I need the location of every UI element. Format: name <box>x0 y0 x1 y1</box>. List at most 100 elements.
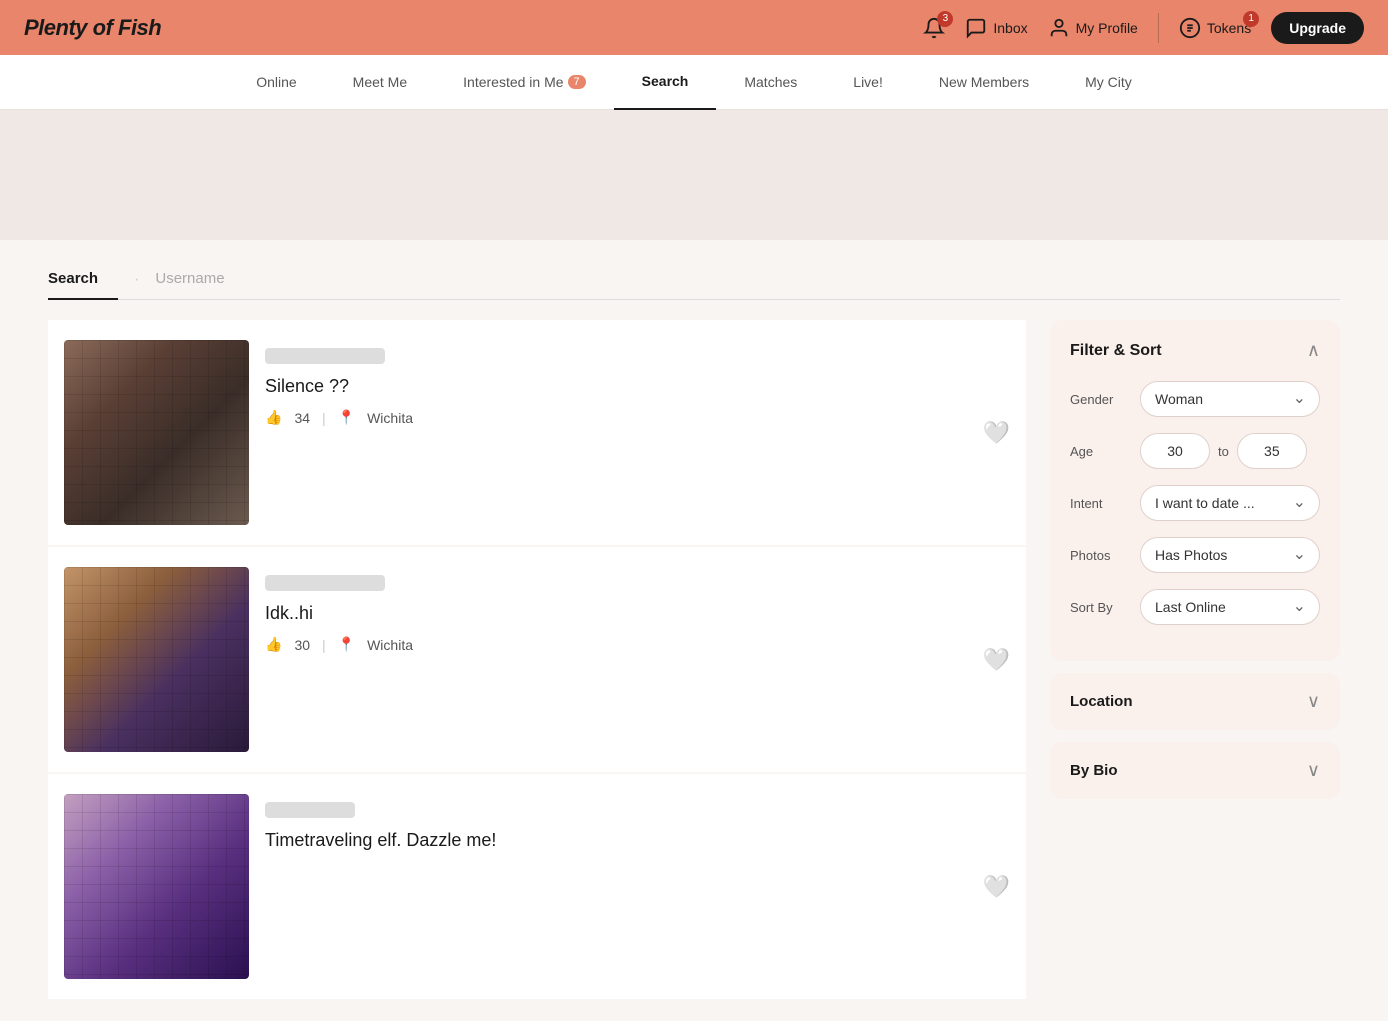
username-blur-bar <box>265 575 385 591</box>
gender-select-wrap: Woman Man Everyone <box>1140 381 1320 417</box>
pixelation-overlay <box>64 794 249 979</box>
like-button-2[interactable]: 🤍 <box>983 647 1010 673</box>
pixelation-overlay <box>64 567 249 752</box>
location-icon: 📍 <box>338 409 355 426</box>
tokens-icon <box>1179 17 1201 39</box>
profile-image-3[interactable] <box>64 794 249 979</box>
gender-label: Gender <box>1070 392 1130 407</box>
sortby-select-wrap: Last Online Newest Distance <box>1140 589 1320 625</box>
profile-age: 30 <box>294 637 310 653</box>
profile-age: 34 <box>294 410 310 426</box>
photos-label: Photos <box>1070 548 1130 563</box>
username-blur-bar <box>265 802 355 818</box>
banner-area <box>0 110 1388 240</box>
profile-name[interactable]: Timetraveling elf. Dazzle me! <box>265 830 1010 851</box>
collapse-filter-icon[interactable]: ∧ <box>1307 340 1320 361</box>
tokens-button[interactable]: 1 Tokens <box>1179 17 1251 39</box>
username-blur-bar <box>265 348 385 364</box>
age-range: to <box>1140 433 1320 469</box>
filter-sort-title: Filter & Sort <box>1070 342 1162 360</box>
top-navigation: Plenty of Fish 3 Inbox My Profile 1 <box>0 0 1388 55</box>
user-icon <box>1048 17 1070 39</box>
profile-info-3: Timetraveling elf. Dazzle me! <box>265 794 1010 863</box>
profile-info-2: Idk..hi 👍 30 | 📍 Wichita <box>265 567 1010 653</box>
nav-live[interactable]: Live! <box>825 55 911 110</box>
location-header: Location ∨ <box>1070 691 1320 712</box>
location-section: Location ∨ <box>1050 673 1340 730</box>
app-logo[interactable]: Plenty of Fish <box>24 15 161 41</box>
content-layout: Silence ?? 👍 34 | 📍 Wichita 🤍 <box>48 320 1340 1001</box>
notifications-button[interactable]: 3 <box>923 17 945 39</box>
sortby-label: Sort By <box>1070 600 1130 615</box>
table-row: Idk..hi 👍 30 | 📍 Wichita 🤍 <box>48 547 1026 772</box>
age-label: Age <box>1070 444 1130 459</box>
results-column: Silence ?? 👍 34 | 📍 Wichita 🤍 <box>48 320 1026 1001</box>
nav-my-city[interactable]: My City <box>1057 55 1160 110</box>
profile-image-1[interactable] <box>64 340 249 525</box>
notifications-badge: 3 <box>937 11 953 27</box>
sortby-select[interactable]: Last Online Newest Distance <box>1140 589 1320 625</box>
like-button-3[interactable]: 🤍 <box>983 874 1010 900</box>
gender-filter-row: Gender Woman Man Everyone <box>1070 381 1320 417</box>
pixelation-overlay <box>64 340 249 525</box>
filter-sort-panel: Filter & Sort ∧ Gender Woman Man Everyon… <box>1050 320 1340 661</box>
photos-filter-row: Photos Has Photos All <box>1070 537 1320 573</box>
profile-location: Wichita <box>367 410 413 426</box>
tab-search[interactable]: Search <box>48 260 118 299</box>
message-icon <box>965 17 987 39</box>
age-from-input[interactable] <box>1140 433 1210 469</box>
nav-search[interactable]: Search <box>614 55 717 110</box>
age-filter-row: Age to <box>1070 433 1320 469</box>
bybio-label: By Bio <box>1070 762 1118 779</box>
sortby-filter-row: Sort By Last Online Newest Distance <box>1070 589 1320 625</box>
profile-info-1: Silence ?? 👍 34 | 📍 Wichita <box>265 340 1010 426</box>
intent-select-wrap: I want to date ... For fun Long term <box>1140 485 1320 521</box>
nav-online[interactable]: Online <box>228 55 324 110</box>
tokens-badge: 1 <box>1243 11 1259 27</box>
expand-location-icon[interactable]: ∨ <box>1307 691 1320 712</box>
nav-interested-in-me[interactable]: Interested in Me 7 <box>435 55 614 110</box>
age-to-label: to <box>1218 444 1229 459</box>
expand-bybio-icon[interactable]: ∨ <box>1307 760 1320 781</box>
bybio-section: By Bio ∨ <box>1050 742 1340 799</box>
profile-meta: 👍 30 | 📍 Wichita <box>265 636 1010 653</box>
filter-column: Filter & Sort ∧ Gender Woman Man Everyon… <box>1050 320 1340 811</box>
top-nav-right: 3 Inbox My Profile 1 T <box>923 12 1364 44</box>
tab-username[interactable]: Username <box>155 260 244 299</box>
like-button-1[interactable]: 🤍 <box>983 420 1010 446</box>
myprofile-label: My Profile <box>1076 20 1138 36</box>
meta-sep: | <box>322 637 326 653</box>
upgrade-button[interactable]: Upgrade <box>1271 12 1364 44</box>
nav-new-members[interactable]: New Members <box>911 55 1057 110</box>
meta-sep: | <box>322 410 326 426</box>
photos-select[interactable]: Has Photos All <box>1140 537 1320 573</box>
profile-meta: 👍 34 | 📍 Wichita <box>265 409 1010 426</box>
nav-divider <box>1158 13 1159 43</box>
bybio-header: By Bio ∨ <box>1070 760 1320 781</box>
profile-name[interactable]: Silence ?? <box>265 376 1010 397</box>
nav-meet-me[interactable]: Meet Me <box>325 55 435 110</box>
intent-label: Intent <box>1070 496 1130 511</box>
age-icon: 👍 <box>265 409 282 426</box>
interested-badge: 7 <box>568 75 586 89</box>
tab-separator: · <box>134 271 139 289</box>
location-label: Location <box>1070 693 1133 710</box>
gender-select[interactable]: Woman Man Everyone <box>1140 381 1320 417</box>
intent-select[interactable]: I want to date ... For fun Long term <box>1140 485 1320 521</box>
age-icon: 👍 <box>265 636 282 653</box>
profile-name[interactable]: Idk..hi <box>265 603 1010 624</box>
myprofile-button[interactable]: My Profile <box>1048 17 1138 39</box>
intent-filter-row: Intent I want to date ... For fun Long t… <box>1070 485 1320 521</box>
nav-matches[interactable]: Matches <box>716 55 825 110</box>
inbox-button[interactable]: Inbox <box>965 17 1027 39</box>
age-to-input[interactable] <box>1237 433 1307 469</box>
location-icon: 📍 <box>338 636 355 653</box>
profile-image-2[interactable] <box>64 567 249 752</box>
secondary-navigation: Online Meet Me Interested in Me 7 Search… <box>0 55 1388 110</box>
filter-header: Filter & Sort ∧ <box>1070 340 1320 361</box>
main-container: Search · Username Silence ?? 👍 34 | � <box>24 240 1364 1021</box>
search-tabs: Search · Username <box>48 260 1340 300</box>
table-row: Timetraveling elf. Dazzle me! 🤍 <box>48 774 1026 999</box>
table-row: Silence ?? 👍 34 | 📍 Wichita 🤍 <box>48 320 1026 545</box>
inbox-label: Inbox <box>993 20 1027 36</box>
